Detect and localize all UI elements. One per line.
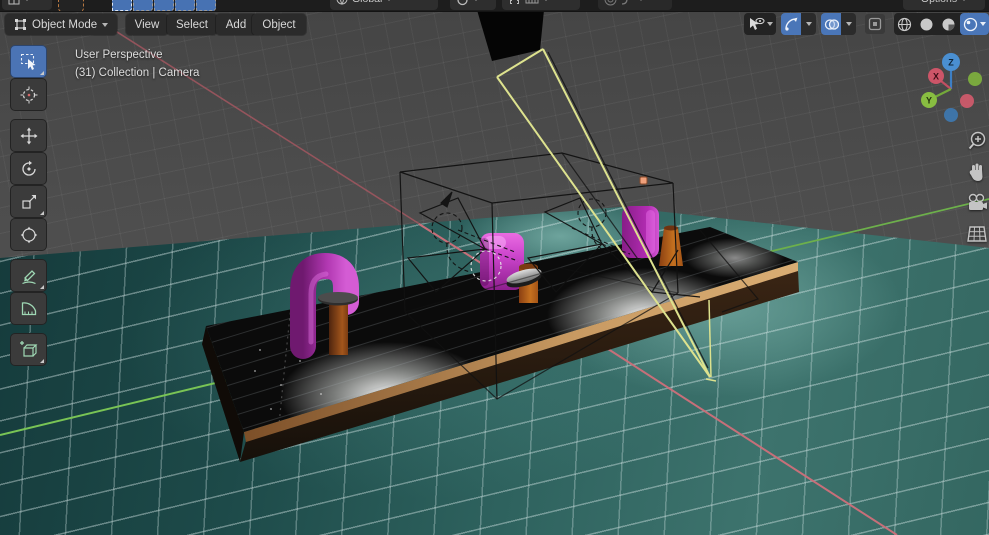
chevron-down-icon [102, 22, 109, 27]
select-mode-lasso[interactable] [175, 0, 195, 11]
snap-target-icon [525, 0, 539, 4]
falloff-curve-icon [621, 0, 628, 5]
arc-arrow-icon [785, 17, 798, 31]
overlays-dropdown[interactable] [841, 13, 856, 35]
pivot-point-dropdown[interactable] [450, 0, 496, 10]
square-in-square-icon [868, 17, 882, 31]
viewport-overlay-text: User Perspective (31) Collection | Camer… [75, 46, 199, 82]
mode-label: Object Mode [32, 18, 98, 31]
options-dropdown[interactable]: Options [903, 0, 985, 10]
orientation-label: Global [352, 0, 382, 5]
viewport-nav-controls [964, 128, 989, 247]
menu-select[interactable]: Select [167, 14, 217, 35]
xray-toggle[interactable] [865, 14, 885, 34]
menu-add-label: Add [225, 18, 247, 31]
solid-sphere-icon [920, 18, 932, 30]
mode-dropdown[interactable]: Object Mode [5, 14, 118, 35]
proportional-editing-controls[interactable] [598, 0, 672, 10]
snap-controls[interactable] [502, 0, 580, 10]
gizmo-toggle-group [781, 13, 816, 35]
transform-orientation-dropdown[interactable]: Global [330, 0, 438, 10]
tool-rotate[interactable] [10, 152, 47, 185]
show-overlays-toggle[interactable] [821, 13, 841, 35]
zoom-icon [968, 131, 986, 150]
chevron-down-icon [543, 0, 549, 1]
overlays-toggle-group [821, 13, 856, 35]
measure-icon [21, 301, 36, 315]
object-mode-icon [15, 19, 26, 30]
shading-material-button[interactable] [938, 13, 958, 35]
viewport-header-icons [744, 13, 989, 35]
view-name-text: User Perspective [75, 49, 163, 61]
tool-scale[interactable] [10, 185, 47, 218]
menu-object-label: Object [262, 18, 296, 31]
shading-wireframe-button[interactable] [894, 13, 914, 35]
menu-add[interactable]: Add [216, 14, 256, 35]
show-object-types-dropdown[interactable] [744, 13, 776, 35]
chevron-down-icon [473, 0, 479, 1]
menu-select-label: Select [176, 18, 208, 31]
globe-icon [336, 0, 348, 5]
select-mode-circle[interactable] [154, 0, 174, 11]
magnet-icon [510, 0, 519, 4]
rotate-icon [21, 160, 36, 176]
add-cube-icon [20, 341, 38, 357]
show-gizmo-toggle[interactable] [781, 13, 801, 35]
tool-annotate[interactable] [10, 259, 47, 292]
camera-view-button[interactable] [964, 190, 989, 216]
shading-rendered-button[interactable] [960, 13, 989, 35]
top-toolbar-strip: Global Options [0, 0, 989, 12]
camera-view-icon [968, 193, 987, 210]
chevron-down-icon [386, 0, 393, 1]
ortho-toggle-button[interactable] [964, 221, 989, 247]
chevron-down-icon [980, 22, 986, 26]
tool-measure[interactable] [10, 292, 47, 325]
material-sphere-icon [942, 18, 954, 30]
tool-cursor[interactable] [10, 78, 47, 111]
editor-grid-icon [8, 0, 20, 5]
menu-view-label: View [134, 18, 160, 31]
editor-type-selector[interactable] [2, 0, 52, 10]
cursor-3d-icon [20, 86, 37, 103]
chevron-down-icon [767, 22, 773, 26]
select-mode-box[interactable] [133, 0, 153, 11]
tool-move[interactable] [10, 119, 47, 152]
concentric-circles-icon [604, 0, 617, 5]
two-circles-icon [824, 18, 839, 30]
transform-icon [20, 226, 37, 243]
scale-icon [21, 194, 36, 209]
rotate-cycle-icon [457, 0, 468, 5]
shading-solid-button[interactable] [916, 13, 936, 35]
gizmo-dropdown[interactable] [801, 13, 816, 35]
select-mode-extra[interactable] [196, 0, 216, 11]
move-icon [20, 127, 37, 144]
select-mode-buttons[interactable] [112, 0, 216, 11]
shading-mode-group [894, 13, 989, 35]
menu-object[interactable]: Object [252, 14, 306, 35]
tool-transform[interactable] [10, 218, 47, 251]
select-mode-tweak[interactable] [112, 0, 132, 11]
annotate-pencil-icon [21, 269, 36, 284]
select-box-icon [20, 53, 35, 70]
wireframe-sphere-icon [897, 17, 911, 31]
tool-add-cube[interactable] [10, 333, 47, 366]
options-label: Options [921, 0, 957, 5]
active-tool-icon[interactable] [58, 0, 84, 11]
rendered-sphere-icon [963, 17, 978, 31]
pan-button[interactable] [964, 159, 989, 185]
zoom-button[interactable] [964, 128, 989, 154]
chevron-down-icon [638, 0, 644, 1]
active-object-text: (31) Collection | Camera [75, 67, 200, 79]
tool-select-box[interactable] [10, 45, 47, 78]
grid-ortho-icon [967, 226, 987, 242]
chevron-down-icon [24, 0, 30, 1]
menu-view[interactable]: View [126, 14, 168, 35]
eye-cursor-icon [750, 17, 765, 30]
hand-icon [969, 163, 983, 181]
chevron-down-icon [961, 0, 968, 1]
